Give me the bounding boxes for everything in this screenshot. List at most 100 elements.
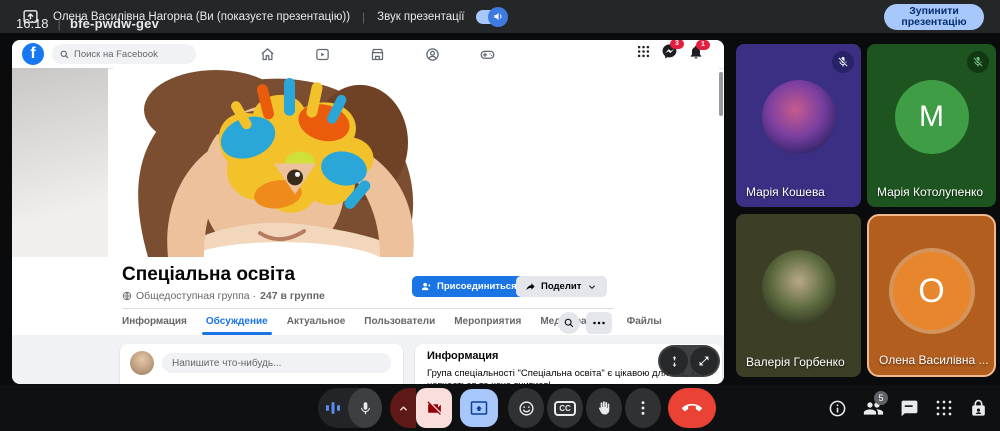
page-scrollbar-thumb bbox=[719, 72, 723, 116]
chevron-down-icon bbox=[588, 282, 596, 292]
chat-button[interactable] bbox=[900, 399, 919, 418]
info-icon bbox=[828, 399, 847, 418]
reactions-button[interactable] bbox=[508, 388, 544, 428]
facebook-search-input: Поиск на Facebook bbox=[52, 44, 196, 64]
messenger-badge: 3 bbox=[670, 40, 684, 49]
expand-icon bbox=[698, 355, 710, 367]
notifications-bell-icon: 1 bbox=[688, 44, 704, 60]
mic-off-icon bbox=[832, 51, 854, 73]
meeting-details-button[interactable] bbox=[828, 399, 847, 418]
tab-files: Файлы bbox=[627, 309, 662, 335]
tab-information: Информация bbox=[122, 309, 187, 335]
chevron-up-icon bbox=[398, 403, 409, 414]
notifications-badge: 1 bbox=[696, 40, 710, 50]
smiley-icon bbox=[518, 400, 535, 417]
composer-avatar bbox=[130, 351, 154, 375]
arrows-up-down-icon bbox=[668, 355, 681, 368]
avatar bbox=[762, 250, 836, 324]
present-screen-button[interactable] bbox=[460, 389, 498, 427]
messenger-icon: 3 bbox=[661, 43, 678, 60]
microphone-button[interactable] bbox=[318, 388, 382, 428]
vertical-dots-icon bbox=[641, 400, 645, 416]
activities-button[interactable] bbox=[935, 399, 953, 417]
shared-screen-facebook: f Поиск на Facebook 3 1 bbox=[12, 40, 724, 384]
participant-tile-maria-kosheva[interactable]: Марія Кошева bbox=[736, 44, 861, 207]
group-more-button bbox=[586, 312, 612, 334]
group-meta: Общедоступная группа · 247 в группе bbox=[122, 290, 325, 302]
avatar-initial: O bbox=[893, 252, 971, 330]
apps-grid-icon bbox=[636, 44, 651, 59]
group-member-count: 247 в группе bbox=[260, 290, 325, 302]
tab-members: Пользователи bbox=[364, 309, 435, 335]
camera-off-button[interactable] bbox=[416, 388, 452, 428]
search-icon bbox=[60, 50, 69, 59]
tab-discussion: Обсуждение bbox=[206, 309, 268, 335]
lock-person-icon bbox=[969, 399, 988, 418]
end-call-button[interactable] bbox=[668, 388, 716, 428]
camera-options-chevron[interactable] bbox=[390, 388, 416, 428]
cc-icon: CC bbox=[554, 401, 576, 416]
chat-icon bbox=[900, 399, 919, 418]
participant-tile-maria-kotolupenko[interactable]: M Марія Котолупенко bbox=[867, 44, 996, 207]
meet-window: Олена Василівна Нагорна (Ви (показуєте п… bbox=[0, 0, 1000, 431]
separator: | bbox=[58, 16, 61, 31]
stop-presentation-button[interactable]: Зупинити презентацію bbox=[884, 4, 984, 30]
share-arrow-icon bbox=[525, 281, 536, 292]
ellipsis-icon bbox=[593, 321, 605, 325]
watch-icon bbox=[302, 47, 342, 62]
person-add-icon bbox=[421, 281, 432, 292]
group-title: Спеціальна освіта bbox=[122, 264, 295, 286]
cover-photo-side-gradient bbox=[12, 68, 108, 257]
group-content-area: Напишите что-нибудь... Информация Група … bbox=[12, 335, 724, 384]
camera-control-group bbox=[390, 388, 452, 428]
marketplace-icon bbox=[357, 47, 397, 62]
share-overlay-controls bbox=[658, 345, 720, 377]
camera-off-icon bbox=[426, 400, 443, 417]
search-icon bbox=[564, 318, 574, 328]
home-icon bbox=[247, 47, 287, 62]
post-composer-card: Напишите что-нибудь... bbox=[120, 344, 403, 384]
avatar-initial: M bbox=[895, 80, 969, 154]
meeting-code: bfe-pwdw-gev bbox=[70, 16, 159, 31]
group-search-button bbox=[558, 312, 580, 334]
participant-name: Марія Кошева bbox=[746, 185, 825, 199]
expand-shared-screen-button[interactable] bbox=[690, 347, 718, 375]
group-privacy: Общедоступная группа · bbox=[136, 290, 256, 302]
present-screen-icon bbox=[470, 399, 488, 417]
participant-tile-valeria-gorbenko[interactable]: Валерія Горбенко bbox=[736, 214, 861, 377]
participant-name: Валерія Горбенко bbox=[746, 355, 845, 369]
avatar bbox=[762, 80, 836, 154]
presentation-sound-toggle[interactable] bbox=[476, 10, 506, 24]
group-more-chevron-button bbox=[582, 276, 602, 297]
raised-hand-icon bbox=[596, 400, 612, 416]
composer-input: Напишите что-нибудь... bbox=[162, 353, 391, 373]
meet-right-panel-buttons: 5 bbox=[828, 385, 988, 431]
speaker-icon bbox=[488, 7, 508, 27]
mic-icon bbox=[348, 388, 382, 428]
raise-hand-button[interactable] bbox=[586, 388, 622, 428]
facebook-logo: f bbox=[22, 43, 44, 65]
facebook-header-actions: 3 1 bbox=[636, 43, 714, 60]
group-cover-photo bbox=[108, 68, 724, 257]
clock-time: 16:18 bbox=[16, 16, 49, 31]
participant-name: Олена Василівна ... bbox=[879, 353, 989, 367]
host-controls-button[interactable] bbox=[969, 399, 988, 418]
captions-button[interactable]: CC bbox=[547, 388, 583, 428]
group-tabs: Информация Обсуждение Актуальное Пользов… bbox=[122, 309, 662, 335]
meeting-info: 16:18 | bfe-pwdw-gev bbox=[16, 0, 159, 46]
mic-off-icon bbox=[967, 51, 989, 73]
facebook-nav bbox=[247, 40, 507, 68]
apps-grid-icon bbox=[935, 399, 953, 417]
more-options-button[interactable] bbox=[625, 388, 661, 428]
tab-events: Мероприятия bbox=[454, 309, 521, 335]
call-end-icon bbox=[682, 398, 702, 418]
participant-count-badge: 5 bbox=[874, 391, 888, 405]
show-participants-button[interactable]: 5 bbox=[863, 398, 884, 419]
topbar-separator: | bbox=[362, 10, 365, 24]
participant-tile-olena-vasylivna-speaking[interactable]: O Олена Василівна ... bbox=[867, 214, 996, 377]
participant-name: Марія Котолупенко bbox=[877, 185, 983, 199]
scroll-shared-screen-button[interactable] bbox=[660, 347, 688, 375]
gaming-icon bbox=[467, 47, 507, 62]
groups-icon bbox=[412, 47, 452, 62]
facebook-search-placeholder: Поиск на Facebook bbox=[74, 49, 158, 60]
